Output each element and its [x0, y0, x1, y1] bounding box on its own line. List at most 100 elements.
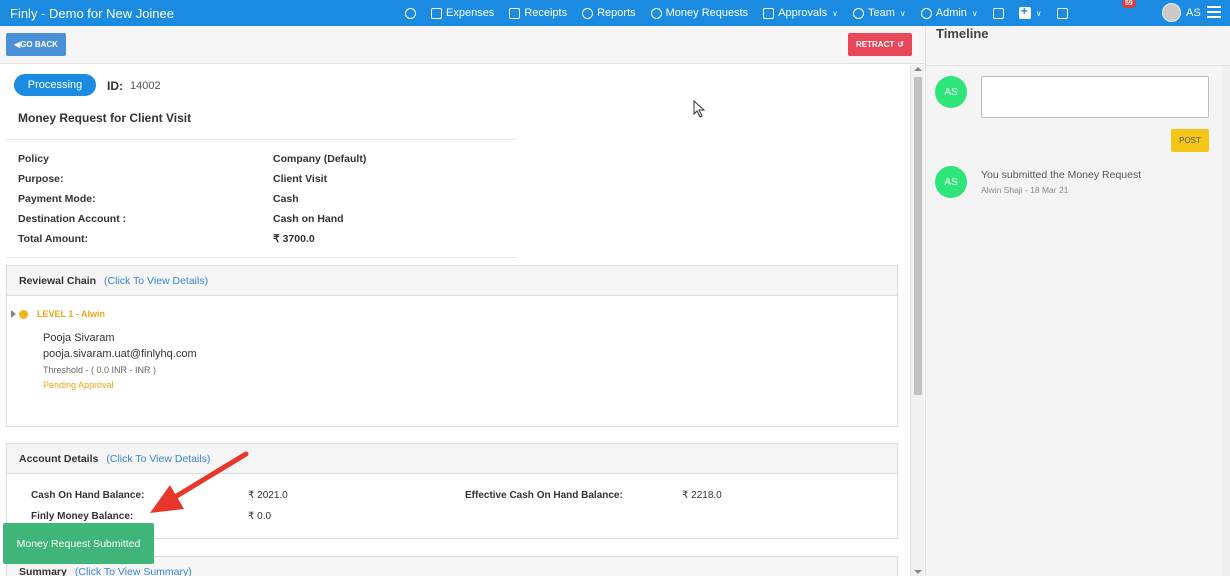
add-icon — [1018, 4, 1031, 19]
timeline-entry-meta: Alwin Shaji - 18 Mar 21 — [981, 185, 1069, 195]
cash-balance-label: Cash On Hand Balance: — [31, 490, 145, 501]
divider — [926, 65, 1230, 66]
detail-value: Client Visit — [273, 173, 328, 185]
main-nav: Expenses Receipts Reports Money Requests… — [405, 0, 1083, 26]
detail-row-purpose: Purpose: Client Visit — [18, 173, 518, 185]
request-id: 14002 — [130, 80, 161, 92]
timeline-entry-text: You submitted the Money Request — [981, 169, 1142, 181]
nav-receipts[interactable]: Receipts — [509, 7, 567, 19]
undo-icon: ↺ — [897, 40, 904, 49]
user-initials[interactable]: AS — [1186, 7, 1201, 19]
main-content: Processing ID: 14002 Money Request for C… — [0, 65, 910, 576]
nav-bank[interactable] — [992, 7, 1004, 19]
view-chain-details-link[interactable]: (Click To View Details) — [104, 275, 208, 287]
nav-expenses[interactable]: Expenses — [431, 7, 494, 19]
effective-balance-label: Effective Cash On Hand Balance: — [465, 490, 623, 501]
app-title[interactable]: Finly - Demo for New Joinee — [0, 6, 174, 21]
go-back-button[interactable]: ◀ GO BACK — [6, 33, 66, 56]
chevron-down-icon: ∨ — [971, 8, 978, 18]
scroll-up-arrow-icon[interactable] — [914, 67, 922, 71]
reviewer-name: Pooja Sivaram — [43, 332, 115, 344]
scroll-down-arrow-icon[interactable] — [914, 570, 922, 574]
detail-label: Destination Account : — [18, 213, 127, 225]
post-button[interactable]: POST — [1171, 129, 1209, 152]
reviewal-chain-panel: Reviewal Chain (Click To View Details) L… — [6, 265, 898, 427]
timeline-scrollbar[interactable] — [1223, 66, 1230, 576]
nav-money-requests[interactable]: Money Requests — [650, 7, 749, 19]
nav-admin[interactable]: Admin ∨ — [920, 7, 978, 19]
approval-status: Pending Approval — [43, 380, 114, 390]
team-icon — [852, 7, 864, 19]
detail-label: Payment Mode: — [18, 193, 96, 205]
timeline-panel: Timeline AS POST AS You submitted the Mo… — [925, 26, 1230, 576]
pending-dot-icon — [19, 309, 28, 319]
chevron-down-icon: ∨ — [899, 8, 906, 18]
detail-row-destination: Destination Account : Cash on Hand — [18, 213, 518, 225]
main-scrollbar[interactable] — [910, 65, 924, 576]
nav-reports[interactable]: Reports — [582, 7, 636, 19]
detail-value: ₹ 3700.0 — [273, 233, 315, 245]
dashboard-nav[interactable] — [405, 7, 416, 19]
divider — [6, 139, 516, 140]
nav-notifications[interactable] — [1056, 7, 1068, 19]
detail-label: Policy — [18, 153, 49, 165]
go-back-label: GO BACK — [20, 40, 58, 49]
top-navbar: Finly - Demo for New Joinee Expenses Rec… — [0, 0, 1230, 26]
reviewer-email: pooja.sivaram.uat@finlyhq.com — [43, 348, 197, 360]
account-details-title: Account Details — [19, 452, 99, 465]
nav-approvals[interactable]: Approvals ∨ — [763, 7, 838, 19]
comment-input[interactable] — [981, 76, 1209, 118]
id-label: ID: — [107, 79, 123, 93]
action-bar: ◀ GO BACK RETRACT ↺ — [0, 26, 925, 64]
timeline-title: Timeline — [936, 26, 989, 41]
detail-row-policy: Policy Company (Default) — [18, 153, 518, 165]
divider — [6, 257, 516, 258]
nav-add-menu[interactable]: ∨ — [1018, 4, 1042, 19]
user-avatar[interactable] — [1162, 3, 1181, 22]
detail-label: Purpose: — [18, 173, 64, 185]
view-account-details-link[interactable]: (Click To View Details) — [106, 453, 210, 465]
hamburger-menu-icon[interactable] — [1207, 6, 1221, 18]
scrollbar-thumb[interactable] — [914, 77, 922, 395]
detail-label: Total Amount: — [18, 233, 88, 245]
level-label: LEVEL 1 - Alwin — [37, 309, 106, 319]
page-title: Money Request for Client Visit — [18, 111, 192, 125]
detail-value: Cash — [273, 193, 299, 205]
detail-row-total: Total Amount: ₹ 3700.0 — [18, 233, 518, 245]
inbox-icon — [1056, 7, 1068, 19]
nav-money-requests-label: Money Requests — [665, 7, 749, 19]
expand-caret-icon[interactable] — [11, 310, 16, 318]
admin-icon — [920, 7, 932, 19]
nav-reports-label: Reports — [597, 7, 636, 19]
nav-admin-label: Admin — [935, 7, 967, 19]
detail-row-payment-mode: Payment Mode: Cash — [18, 193, 518, 205]
expenses-icon — [431, 7, 442, 19]
thumbs-up-icon — [763, 7, 775, 19]
account-details-header[interactable]: Account Details (Click To View Details) — [7, 444, 897, 474]
cash-balance-value: ₹ 2021.0 — [248, 490, 288, 501]
avatar: AS — [935, 166, 967, 198]
mouse-cursor-icon — [693, 100, 705, 118]
success-toast[interactable]: Money Request Submitted — [3, 523, 154, 564]
reports-icon — [582, 7, 594, 19]
detail-value: Company (Default) — [273, 153, 367, 165]
nav-expenses-label: Expenses — [446, 7, 495, 19]
nav-team[interactable]: Team ∨ — [852, 7, 906, 19]
receipts-icon — [509, 7, 521, 19]
bank-icon — [992, 7, 1004, 19]
reviewal-chain-header[interactable]: Reviewal Chain (Click To View Details) — [7, 266, 897, 296]
effective-balance-value: ₹ 2218.0 — [682, 490, 722, 501]
notification-badge: 59 — [1122, 0, 1136, 8]
finly-balance-label: Finly Money Balance: — [31, 511, 134, 522]
finly-balance-value: ₹ 0.0 — [248, 511, 272, 522]
detail-value: Cash on Hand — [273, 213, 344, 225]
nav-team-label: Team — [867, 7, 895, 19]
nav-receipts-label: Receipts — [524, 7, 568, 19]
threshold-text: Threshold - ( 0.0 INR - INR ) — [43, 365, 157, 375]
retract-button[interactable]: RETRACT ↺ — [848, 33, 912, 56]
reviewal-chain-title: Reviewal Chain — [19, 274, 97, 287]
chevron-down-icon: ∨ — [832, 8, 838, 18]
level-row[interactable]: LEVEL 1 - Alwin — [11, 309, 105, 319]
view-summary-link[interactable]: (Click To View Summary) — [75, 566, 192, 576]
chevron-down-icon: ∨ — [1035, 8, 1042, 18]
